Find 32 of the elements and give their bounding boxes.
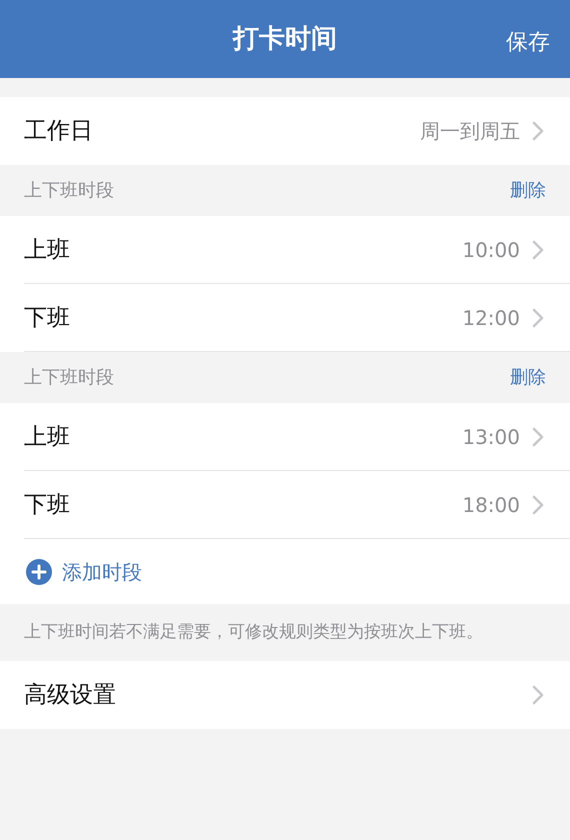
row-label: 上班 [24,236,71,265]
chevron-right-icon [532,427,544,447]
hint-text: 上下班时间若不满足需要，可修改规则类型为按班次上下班。 [24,620,483,644]
row-label: 下班 [24,304,71,333]
time-row[interactable]: 下班 18:00 [0,471,570,539]
row-value: 13:00 [462,424,520,451]
row-label: 上班 [24,422,71,452]
row-value: 周一到周五 [420,118,520,145]
time-row[interactable]: 下班 12:00 [0,284,570,352]
row-label: 下班 [24,490,71,520]
section-header: 上下班时段 [24,366,114,390]
chevron-right-icon [532,495,544,515]
workday-row[interactable]: 工作日 周一到周五 [0,97,570,165]
delete-link[interactable]: 删除 [510,177,546,204]
chevron-right-icon [532,685,544,705]
section-header: 上下班时段 [24,179,114,203]
add-period-button[interactable]: 添加时段 [0,539,570,604]
advanced-settings-row[interactable]: 高级设置 [0,661,570,729]
row-label: 高级设置 [24,680,117,710]
row-value: 12:00 [462,305,520,332]
chevron-right-icon [532,121,544,141]
save-button[interactable]: 保存 [506,26,550,59]
page-title: 打卡时间 [233,22,337,56]
delete-link[interactable]: 删除 [510,364,546,391]
row-value: 18:00 [462,492,520,519]
row-value: 10:00 [462,237,520,264]
time-row[interactable]: 上班 10:00 [0,216,570,284]
time-row[interactable]: 上班 13:00 [0,403,570,471]
plus-circle-icon [26,558,52,584]
chevron-right-icon [532,240,544,260]
chevron-right-icon [532,308,544,328]
row-label: 工作日 [24,116,94,146]
